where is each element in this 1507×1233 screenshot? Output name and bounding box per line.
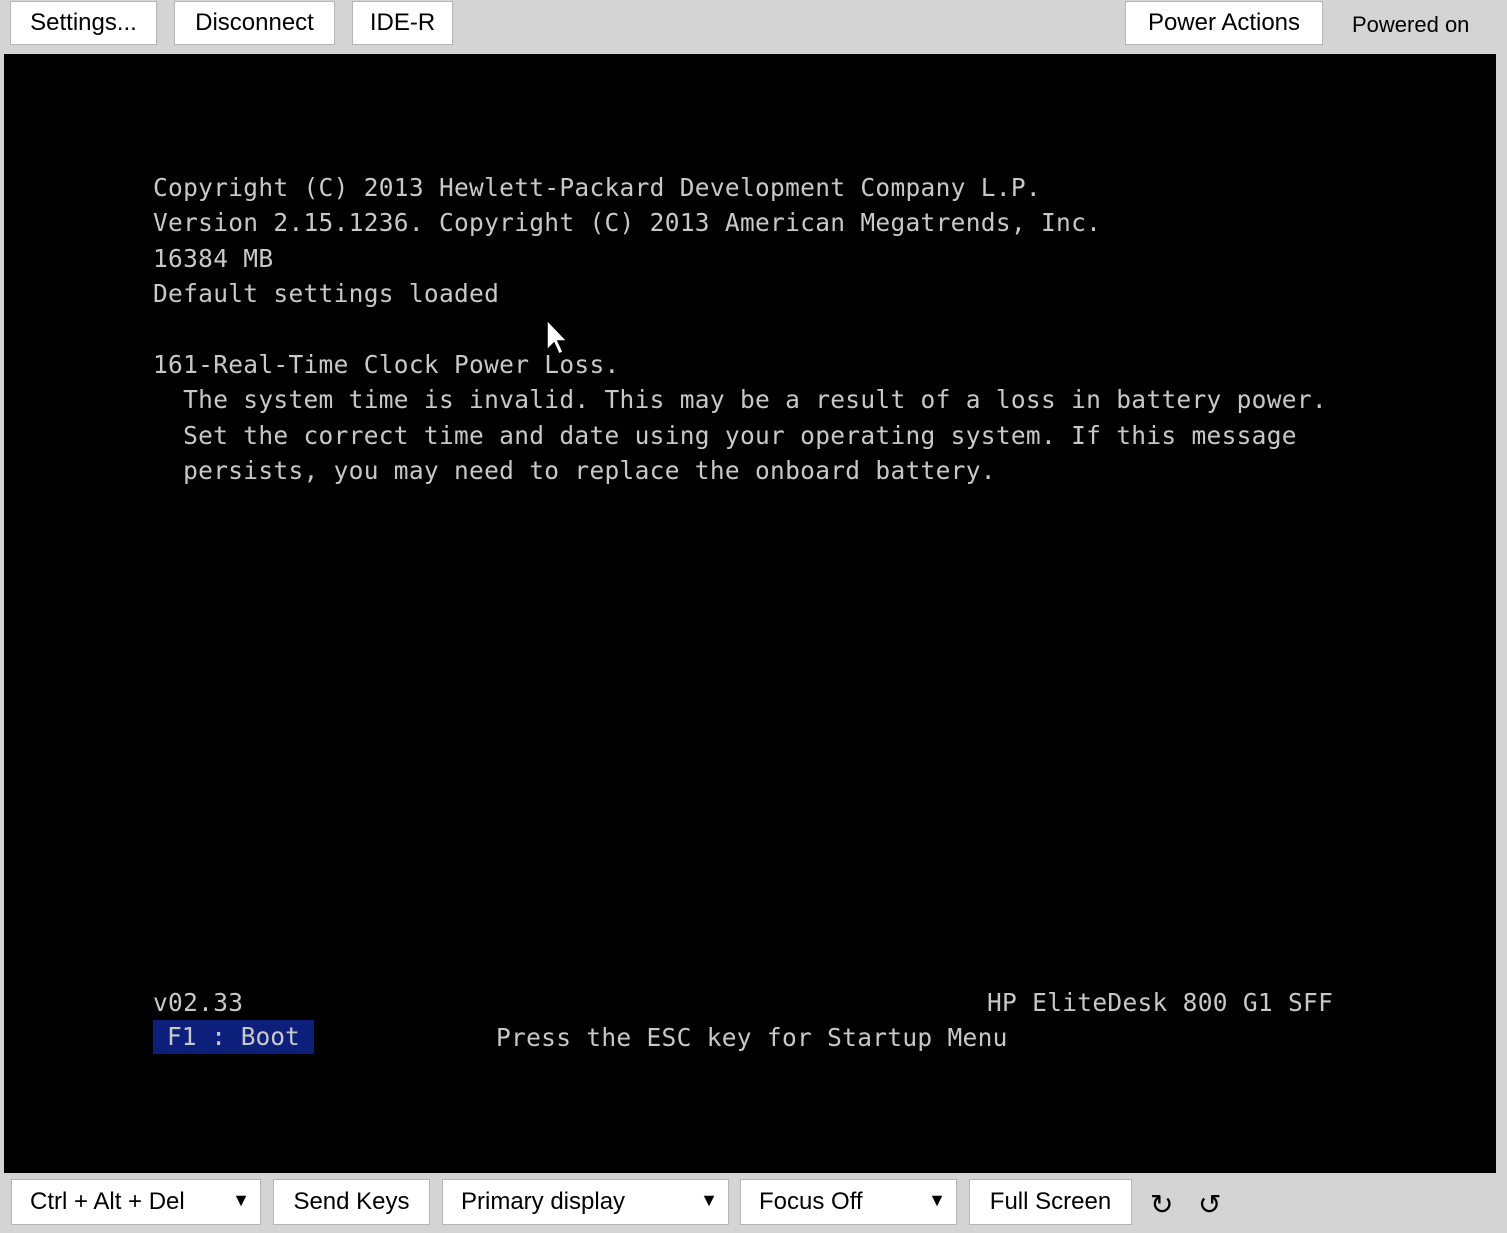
top-toolbar: Settings... Disconnect IDE-R Power Actio… — [0, 0, 1507, 53]
remote-console-screen[interactable]: Copyright (C) 2013 Hewlett-Packard Devel… — [4, 54, 1496, 1173]
console-line: Version 2.15.1236. Copyright (C) 2013 Am… — [153, 208, 1102, 237]
console-line: Default settings loaded — [153, 279, 500, 308]
ide-r-button[interactable]: IDE-R — [352, 1, 453, 45]
console-line: 16384 MB — [153, 244, 274, 273]
send-keys-button[interactable]: Send Keys — [273, 1179, 430, 1225]
rotate-counterclockwise-icon[interactable]: ↺ — [1198, 1188, 1221, 1221]
system-model: HP EliteDesk 800 G1 SFF — [987, 988, 1334, 1017]
power-status: Powered on — [1352, 12, 1470, 37]
esc-startup-hint: Press the ESC key for Startup Menu — [496, 1023, 1008, 1052]
display-value: Primary display — [461, 1188, 626, 1215]
focus-select[interactable]: Focus Off ▼ — [740, 1179, 957, 1225]
bottom-toolbar: Ctrl + Alt + Del ▼ Send Keys Primary dis… — [0, 1174, 1507, 1233]
f1-boot-label: F1 : Boot — [153, 1020, 314, 1054]
display-select[interactable]: Primary display ▼ — [442, 1179, 729, 1225]
bios-version: v02.33 — [153, 988, 244, 1017]
key-combo-select[interactable]: Ctrl + Alt + Del ▼ — [11, 1179, 261, 1225]
chevron-down-icon: ▼ — [928, 1190, 946, 1210]
console-line: Copyright (C) 2013 Hewlett-Packard Devel… — [153, 173, 1041, 202]
chevron-down-icon: ▼ — [700, 1190, 718, 1210]
console-line: Set the correct time and date using your… — [153, 421, 1297, 450]
power-actions-button[interactable]: Power Actions — [1125, 1, 1323, 45]
console-line: persists, you may need to replace the on… — [153, 456, 996, 485]
console-line: The system time is invalid. This may be … — [153, 385, 1327, 414]
settings-button[interactable]: Settings... — [10, 1, 157, 45]
full-screen-button[interactable]: Full Screen — [969, 1179, 1132, 1225]
focus-value: Focus Off — [759, 1188, 863, 1215]
chevron-down-icon: ▼ — [232, 1190, 250, 1210]
mouse-pointer-icon — [546, 318, 569, 356]
rotate-clockwise-icon[interactable]: ↻ — [1150, 1188, 1173, 1221]
key-combo-value: Ctrl + Alt + Del — [30, 1188, 185, 1215]
disconnect-button[interactable]: Disconnect — [174, 1, 335, 45]
